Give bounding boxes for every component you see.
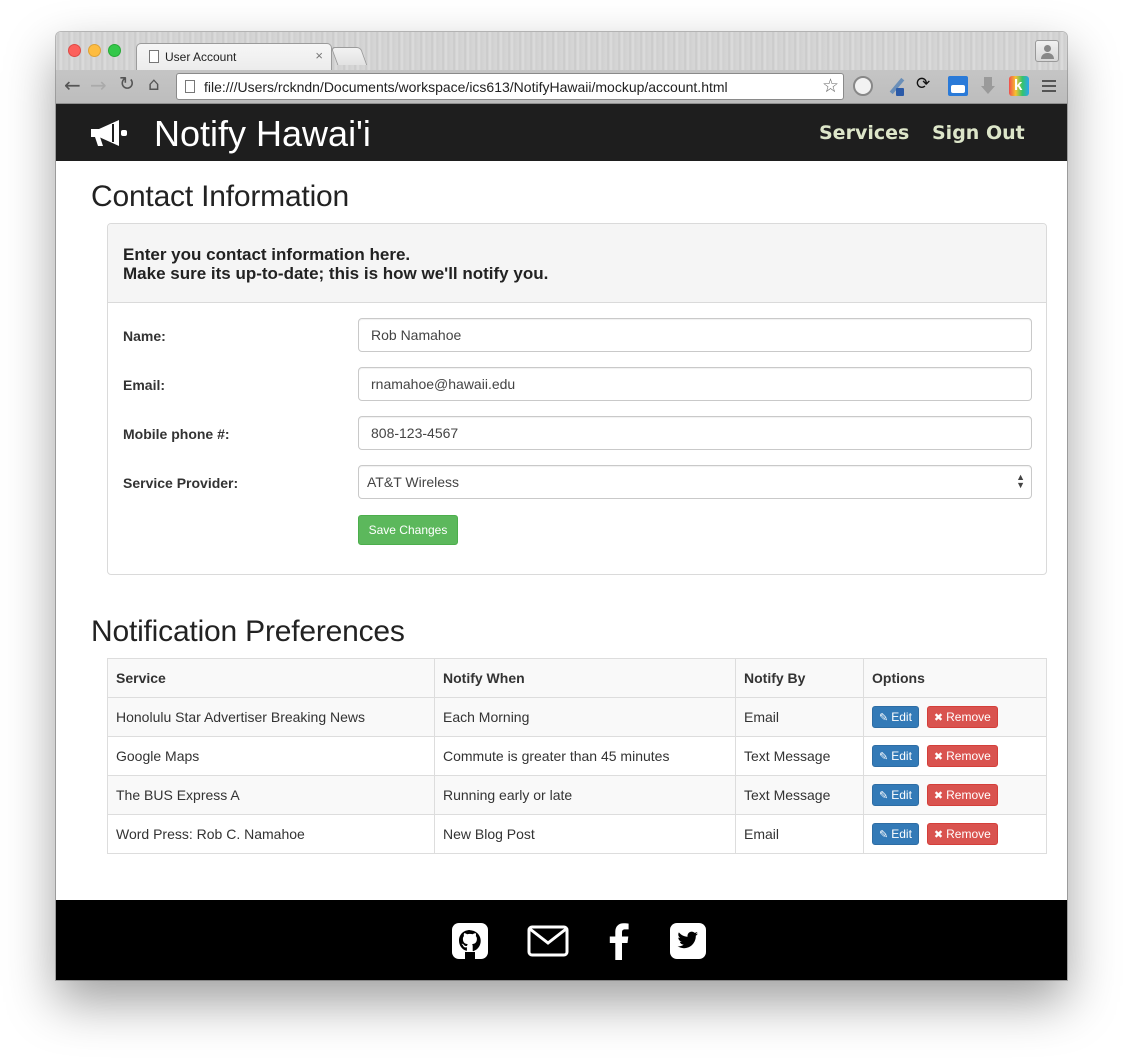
notification-heading: Notification Preferences xyxy=(91,615,405,648)
extension-download-icon[interactable] xyxy=(979,76,999,96)
pencil-icon: ✎ xyxy=(879,711,889,724)
edit-button[interactable]: ✎ Edit xyxy=(872,706,919,728)
options-cell: ✎ Edit ✖ Remove xyxy=(863,814,1047,854)
x-icon: ✖ xyxy=(933,750,944,763)
browser-window: User Account × ← → ↻ ⌂ file:///Users/rck… xyxy=(56,32,1067,980)
contact-panel: Enter you contact information here. Make… xyxy=(107,223,1047,575)
service-cell: Word Press: Rob C. Namahoe xyxy=(107,814,435,854)
extension-shield-icon[interactable] xyxy=(853,76,873,96)
phone-field[interactable]: 808-123-4567 xyxy=(358,416,1032,450)
extension-eyedropper-icon[interactable] xyxy=(886,76,906,96)
back-button[interactable]: ← xyxy=(64,73,81,97)
brand-title[interactable]: Notify Hawai'i xyxy=(154,113,371,155)
column-header-options: Options xyxy=(863,658,1047,698)
email-label: Email: xyxy=(123,377,166,393)
contact-intro-line1: Enter you contact information here. xyxy=(123,245,411,264)
remove-button[interactable]: ✖ Remove xyxy=(926,784,998,806)
notify-by-cell: Email xyxy=(735,697,864,737)
x-icon: ✖ xyxy=(933,711,944,724)
service-cell: Google Maps xyxy=(107,736,435,776)
notify-when-cell: Running early or late xyxy=(434,775,736,815)
remove-button[interactable]: ✖ Remove xyxy=(926,706,998,728)
notify-by-cell: Text Message xyxy=(735,736,864,776)
options-cell: ✎ Edit ✖ Remove xyxy=(863,775,1047,815)
contact-heading: Contact Information xyxy=(91,180,349,213)
browser-tab[interactable]: User Account × xyxy=(136,43,332,70)
provider-label: Service Provider: xyxy=(123,475,239,491)
provider-select-value: AT&T Wireless xyxy=(367,474,460,490)
service-cell: Honolulu Star Advertiser Breaking News xyxy=(107,697,435,737)
service-cell: The BUS Express A xyxy=(107,775,435,815)
table-header-row: Service Notify When Notify By Options xyxy=(107,658,1047,698)
browser-chrome: User Account × ← → ↻ ⌂ file:///Users/rck… xyxy=(56,32,1067,104)
minimize-window-button[interactable] xyxy=(88,44,101,57)
web-page: Notify Hawai'i Services Sign Out Contact… xyxy=(56,104,1067,980)
megaphone-icon xyxy=(91,120,127,146)
site-footer xyxy=(56,900,1067,980)
x-icon: ✖ xyxy=(933,789,944,802)
address-bar[interactable]: file:///Users/rckndn/Documents/workspace… xyxy=(176,73,844,100)
notify-by-cell: Email xyxy=(735,814,864,854)
forward-button[interactable]: → xyxy=(90,73,107,97)
column-header-service: Service xyxy=(107,658,435,698)
address-url[interactable]: file:///Users/rckndn/Documents/workspace… xyxy=(204,79,728,95)
column-header-notify-when: Notify When xyxy=(434,658,736,698)
notify-when-cell: New Blog Post xyxy=(434,814,736,854)
name-field[interactable]: Rob Namahoe xyxy=(358,318,1032,352)
person-icon xyxy=(1044,45,1051,52)
document-icon xyxy=(149,50,159,63)
extension-sync-icon[interactable]: ⟳ xyxy=(916,74,936,94)
email-field[interactable]: rnamahoe@hawaii.edu xyxy=(358,367,1032,401)
nav-services-link[interactable]: Services xyxy=(819,122,909,144)
phone-label: Mobile phone #: xyxy=(123,426,230,442)
save-changes-button[interactable]: Save Changes xyxy=(358,515,458,545)
tab-close-icon[interactable]: × xyxy=(315,48,323,63)
github-icon[interactable] xyxy=(451,922,489,960)
close-window-button[interactable] xyxy=(68,44,81,57)
table-row: The BUS Express A Running early or late … xyxy=(107,775,1047,815)
reload-button[interactable]: ↻ xyxy=(119,73,135,95)
extension-window-icon[interactable] xyxy=(948,76,968,96)
home-button[interactable]: ⌂ xyxy=(148,74,159,95)
table-row: Google Maps Commute is greater than 45 m… xyxy=(107,736,1047,776)
contact-panel-heading: Enter you contact information here. Make… xyxy=(108,224,1046,303)
new-tab-button[interactable] xyxy=(330,47,368,65)
table-row: Honolulu Star Advertiser Breaking News E… xyxy=(107,697,1047,737)
options-cell: ✎ Edit ✖ Remove xyxy=(863,736,1047,776)
extension-k-icon[interactable]: k xyxy=(1009,76,1029,96)
pencil-icon: ✎ xyxy=(879,750,889,763)
options-cell: ✎ Edit ✖ Remove xyxy=(863,697,1047,737)
name-label: Name: xyxy=(123,328,166,344)
site-navbar: Notify Hawai'i Services Sign Out xyxy=(56,104,1067,161)
notify-by-cell: Text Message xyxy=(735,775,864,815)
twitter-icon[interactable] xyxy=(669,922,707,960)
browser-menu-icon[interactable] xyxy=(1042,80,1056,92)
select-arrows-icon: ▲ ▼ xyxy=(1016,472,1025,490)
edit-button[interactable]: ✎ Edit xyxy=(872,823,919,845)
x-icon: ✖ xyxy=(933,828,944,841)
mail-icon[interactable] xyxy=(527,922,569,960)
tab-title: User Account xyxy=(165,50,237,64)
preferences-table: Service Notify When Notify By Options Ho… xyxy=(107,658,1047,854)
page-icon xyxy=(185,80,195,93)
column-header-notify-by: Notify By xyxy=(735,658,864,698)
remove-button[interactable]: ✖ Remove xyxy=(926,823,998,845)
facebook-icon[interactable] xyxy=(608,922,630,960)
browser-toolbar: ← → ↻ ⌂ file:///Users/rckndn/Documents/w… xyxy=(56,70,1067,104)
table-row: Word Press: Rob C. Namahoe New Blog Post… xyxy=(107,814,1047,854)
bookmark-star-icon[interactable]: ☆ xyxy=(822,75,839,97)
contact-intro-line2: Make sure its up-to-date; this is how we… xyxy=(123,264,549,283)
notify-when-cell: Commute is greater than 45 minutes xyxy=(434,736,736,776)
edit-button[interactable]: ✎ Edit xyxy=(872,745,919,767)
profile-button[interactable] xyxy=(1035,40,1059,62)
provider-select[interactable]: AT&T Wireless ▲ ▼ xyxy=(358,465,1032,499)
zoom-window-button[interactable] xyxy=(108,44,121,57)
edit-button[interactable]: ✎ Edit xyxy=(872,784,919,806)
nav-signout-link[interactable]: Sign Out xyxy=(932,122,1025,144)
remove-button[interactable]: ✖ Remove xyxy=(926,745,998,767)
pencil-icon: ✎ xyxy=(879,828,889,841)
notify-when-cell: Each Morning xyxy=(434,697,736,737)
pencil-icon: ✎ xyxy=(879,789,889,802)
